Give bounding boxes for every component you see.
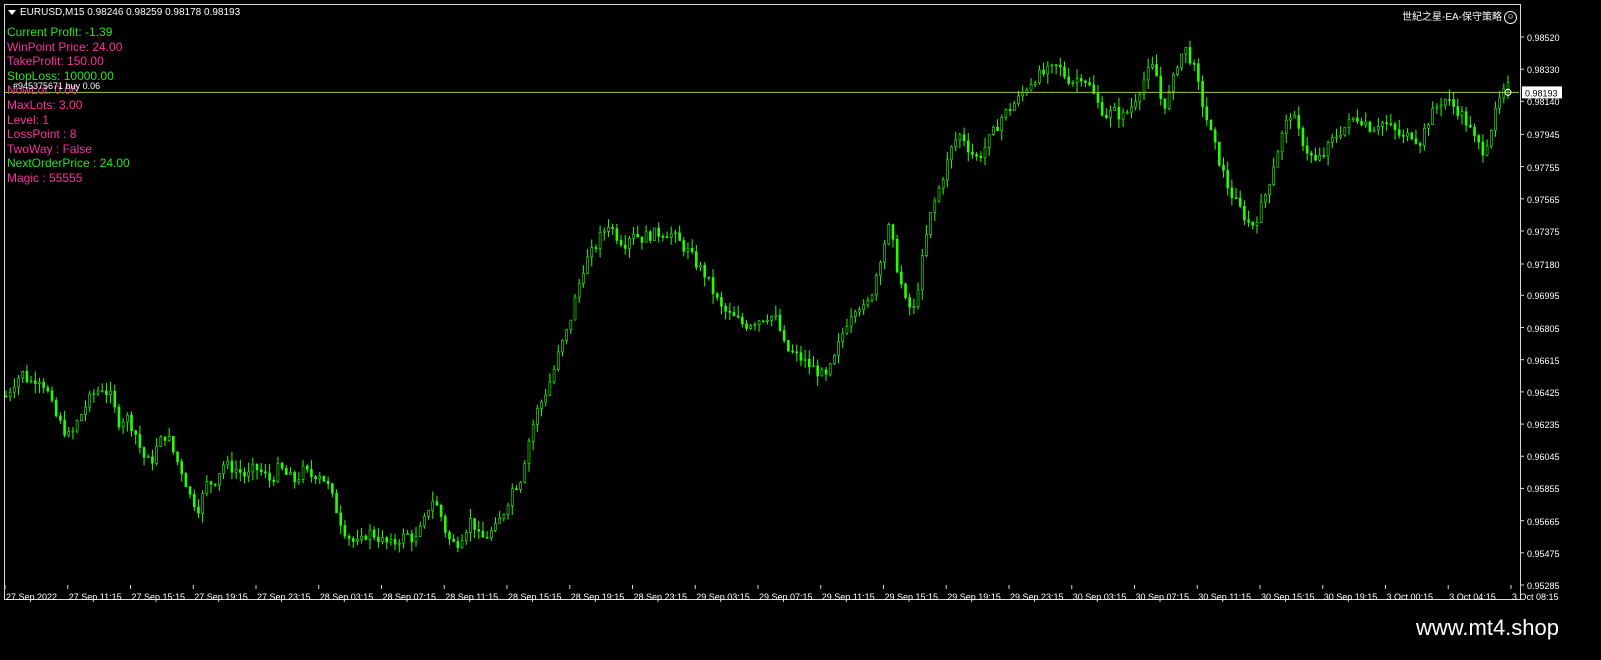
- info-value: 1: [42, 112, 50, 127]
- y-tick-label: 0.96995: [1527, 291, 1560, 302]
- y-tick-label: 0.96045: [1527, 452, 1560, 463]
- time-axis[interactable]: 27 Sep 2022 27 Sep 11:15 27 Sep 15:15 27 Se…: [4, 592, 1601, 624]
- info-value: 24.00: [99, 156, 130, 171]
- x-tick-label: 27 Sep 15:15: [131, 592, 186, 602]
- info-label: TakeProfit:: [7, 54, 64, 69]
- x-tick-label: 28 Sep 19:15: [570, 592, 625, 602]
- ea-info-panel: Current Profit: -1.39 WinPoint Price: 24.…: [7, 25, 130, 186]
- info-row: WinPoint Price: 24.00: [7, 40, 130, 55]
- x-tick-label: 30 Sep 19:15: [1323, 592, 1378, 602]
- info-label: TwoWay :: [7, 141, 60, 156]
- y-tick-label: 0.98140: [1527, 97, 1560, 108]
- info-label: NextOrderPrice :: [7, 156, 97, 171]
- x-tick-label: 3 Oct 00:15: [1386, 592, 1434, 602]
- info-label: LossPoint :: [7, 127, 67, 142]
- y-tick-label: 0.95475: [1527, 548, 1560, 559]
- chart-window[interactable]: 0.98193 EURUSD,M15 0.98246 0.98259 0.981…: [0, 0, 1601, 628]
- x-tick-label: 29 Sep 15:15: [884, 592, 939, 602]
- x-tick-label: 3 Oct 08:15: [1512, 592, 1559, 602]
- ea-name-label: 世紀之星-EA-保守策略 ☺: [1402, 8, 1517, 24]
- y-tick-label: 0.96805: [1527, 323, 1560, 334]
- x-tick-label: 28 Sep 11:15: [445, 592, 499, 602]
- x-tick-label: 30 Sep 07:15: [1135, 592, 1190, 602]
- brand-watermark: www.mt4.shop: [1415, 615, 1559, 640]
- y-tick-label: 0.95855: [1527, 484, 1560, 495]
- y-tick-label: 0.96615: [1527, 355, 1560, 366]
- info-row: Magic : 55555: [7, 171, 130, 186]
- y-tick-label: 0.97375: [1527, 226, 1560, 237]
- x-tick-label: 30 Sep 11:15: [1198, 592, 1252, 602]
- info-row: LossPoint : 8: [7, 127, 130, 142]
- x-tick-label: 29 Sep 11:15: [821, 592, 875, 602]
- symbol-line: EURUSD,M15 0.98246 0.98259 0.98178 0.981…: [20, 7, 241, 18]
- x-tick-label: 27 Sep 2022: [6, 592, 58, 602]
- symbol-title[interactable]: EURUSD,M15 0.98246 0.98259 0.98178 0.981…: [8, 7, 240, 18]
- y-tick-label: 0.97180: [1527, 259, 1560, 270]
- info-row: MaxLots: 3.00: [7, 98, 130, 113]
- x-tick-label: 30 Sep 15:15: [1261, 592, 1315, 602]
- info-row: TwoWay : False: [7, 142, 130, 157]
- y-tick-label: 0.95285: [1527, 581, 1560, 591]
- y-tick-label: 0.95665: [1527, 516, 1560, 527]
- x-tick-label: 27 Sep 19:15: [194, 592, 248, 602]
- info-label: WinPoint Price:: [7, 39, 90, 54]
- x-tick-label: 3 Oct 04:15: [1449, 592, 1496, 602]
- x-tick-label: 28 Sep 07:15: [382, 592, 437, 602]
- info-label: Magic :: [7, 170, 46, 185]
- info-row: NextOrderPrice : 24.00: [7, 156, 130, 171]
- plot-frame: [4, 4, 1521, 600]
- y-tick-label: 0.96425: [1527, 387, 1560, 398]
- info-value: 55555: [49, 170, 83, 185]
- menu-triangle-icon[interactable]: [8, 9, 16, 15]
- price-axis[interactable]: 0.98520 0.98330 0.98140 0.97945 0.97755 0.975…: [1521, 4, 1601, 600]
- y-tick-label: 0.98330: [1527, 65, 1560, 76]
- info-label: Current Profit:: [7, 25, 82, 39]
- y-tick-label: 0.96235: [1527, 420, 1560, 431]
- x-tick-label: 29 Sep 07:15: [759, 592, 813, 602]
- x-tick-label: 27 Sep 23:15: [257, 592, 311, 602]
- x-tick-label: 29 Sep 23:15: [1010, 592, 1064, 602]
- info-row: Current Profit: -1.39: [7, 25, 130, 40]
- x-tick-label: 29 Sep 03:15: [696, 592, 750, 602]
- ea-name-text: 世紀之星-EA-保守策略: [1402, 12, 1502, 23]
- smiley-icon: ☺: [1504, 10, 1517, 24]
- y-tick-label: 0.97755: [1527, 162, 1560, 173]
- y-tick-label: 0.98520: [1527, 33, 1560, 43]
- info-value: 8: [69, 127, 77, 142]
- info-value: 150.00: [67, 54, 104, 69]
- x-tick-label: 28 Sep 15:15: [508, 592, 562, 602]
- footer-bar: [0, 628, 1601, 660]
- y-tick-label: 0.97945: [1527, 130, 1560, 141]
- info-value: 3.00: [59, 97, 83, 112]
- y-tick-label: 0.97565: [1527, 194, 1560, 205]
- info-row: Level: 1: [7, 113, 130, 128]
- info-value: 24.00: [92, 39, 123, 54]
- info-value: -1.39: [85, 25, 113, 39]
- x-tick-label: 30 Sep 03:15: [1072, 592, 1127, 602]
- x-tick-label: 27 Sep 11:15: [68, 592, 122, 602]
- info-value: False: [62, 141, 92, 156]
- x-tick-label: 28 Sep 03:15: [319, 592, 374, 602]
- x-tick-label: 28 Sep 23:15: [633, 592, 688, 602]
- info-row: TakeProfit: 150.00: [7, 54, 130, 69]
- info-label: MaxLots:: [7, 97, 56, 112]
- x-tick-label: 29 Sep 19:15: [947, 592, 1001, 602]
- order-line-label: #945375671 buy 0.06: [13, 81, 101, 92]
- info-label: Level:: [7, 112, 40, 127]
